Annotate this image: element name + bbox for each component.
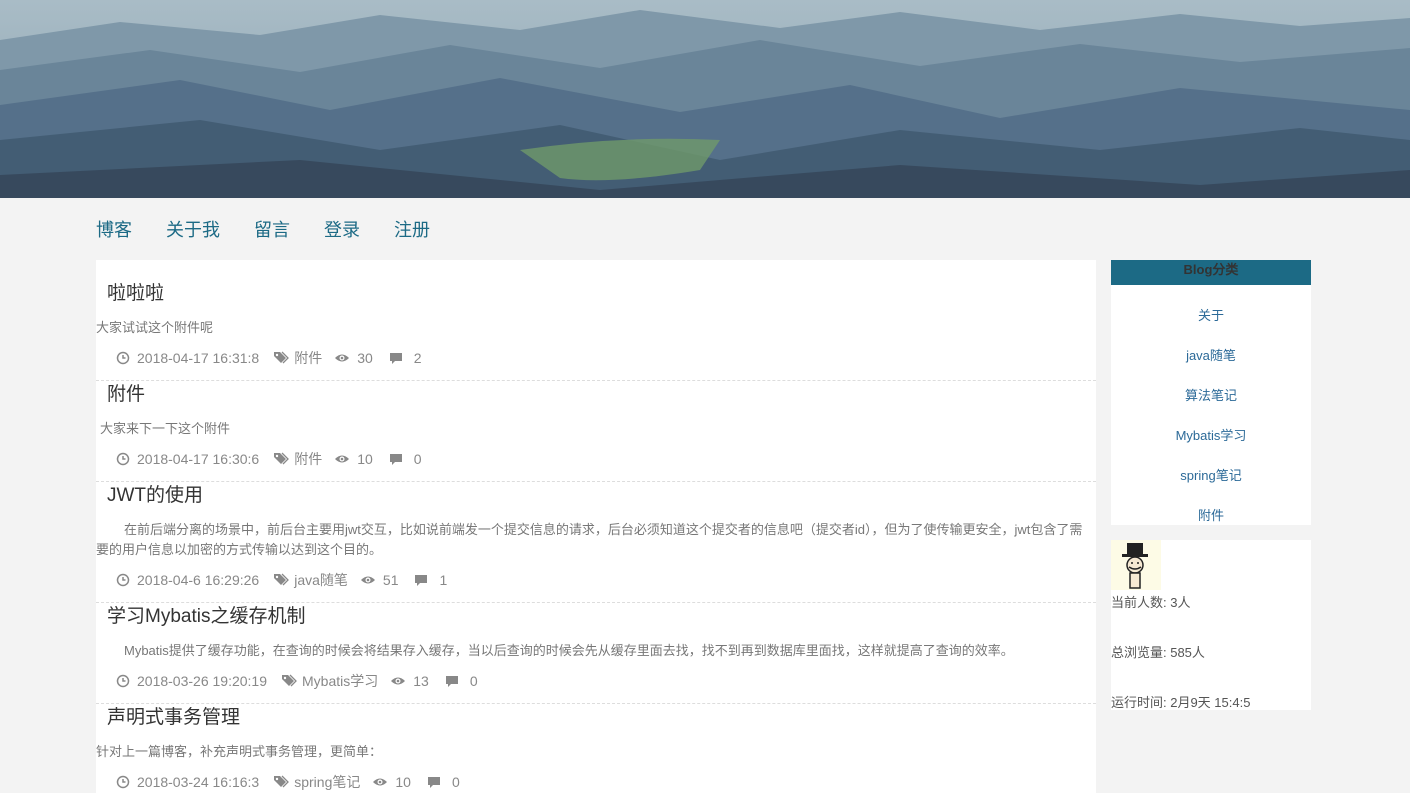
nav-login[interactable]: 登录 bbox=[324, 216, 360, 244]
post-summary: 针对上一篇博客，补充声明式事务管理，更简单： bbox=[96, 744, 383, 759]
clock-icon bbox=[116, 452, 130, 466]
comment-icon bbox=[389, 351, 403, 365]
post-meta: 2018-03-24 16:16:3 spring笔记 10 0 bbox=[96, 772, 474, 792]
post-comments: 2 bbox=[413, 350, 422, 366]
main-nav: 博客 关于我 留言 登录 注册 bbox=[96, 216, 464, 244]
post-title[interactable]: 附件 bbox=[96, 383, 145, 407]
post-views: 13 bbox=[413, 673, 429, 689]
post-comments: 1 bbox=[439, 572, 448, 588]
post-title[interactable]: JWT的使用 bbox=[96, 484, 203, 508]
nav-guestbook[interactable]: 留言 bbox=[254, 216, 290, 244]
tag-icon bbox=[273, 775, 290, 789]
avatar bbox=[1111, 540, 1161, 590]
post-views: 51 bbox=[382, 572, 399, 588]
comment-icon bbox=[445, 674, 459, 688]
post-date: 2018-03-24 16:16:3 bbox=[137, 774, 260, 790]
mountain-landscape bbox=[0, 0, 1410, 198]
post-comments: 0 bbox=[413, 451, 422, 467]
tag-icon bbox=[273, 452, 290, 466]
online-count: 当前人数: 3人 bbox=[1111, 595, 1191, 610]
nav-blog[interactable]: 博客 bbox=[96, 216, 132, 244]
category-spring[interactable]: spring笔记 bbox=[1111, 467, 1311, 507]
post-meta: 2018-03-26 19:20:19 Mybatis学习 13 0 bbox=[96, 671, 492, 691]
clock-icon bbox=[116, 674, 130, 688]
eye-icon bbox=[372, 775, 388, 789]
post-tag[interactable]: 附件 bbox=[294, 348, 322, 368]
clock-icon bbox=[116, 573, 130, 587]
post-item: 声明式事务管理针对上一篇博客，补充声明式事务管理，更简单： 2018-03-24 … bbox=[96, 704, 1096, 793]
categories-title: Blog分类 bbox=[1111, 260, 1311, 285]
post-date: 2018-04-6 16:29:26 bbox=[137, 572, 260, 588]
category-mybatis[interactable]: Mybatis学习 bbox=[1111, 427, 1311, 467]
post-comments: 0 bbox=[469, 673, 478, 689]
tag-icon bbox=[281, 674, 297, 688]
post-item: 啦啦啦大家试试这个附件呢 2018-04-17 16:31:8 附件 30 2 bbox=[96, 260, 1096, 381]
post-date: 2018-03-26 19:20:19 bbox=[137, 673, 267, 689]
post-views: 30 bbox=[357, 350, 373, 366]
post-summary: 在前后端分离的场景中，前后台主要用jwt交互，比如说前端发一个提交信息的请求，后… bbox=[96, 522, 1083, 557]
post-summary: 大家来下一下这个附件 bbox=[100, 421, 231, 436]
gentleman-icon bbox=[1122, 543, 1148, 589]
post-summary: 大家试试这个附件呢 bbox=[96, 320, 214, 335]
nav-about[interactable]: 关于我 bbox=[166, 216, 220, 244]
post-tag[interactable]: java随笔 bbox=[294, 570, 348, 590]
eye-icon bbox=[390, 674, 406, 688]
post-title[interactable]: 啦啦啦 bbox=[96, 282, 164, 306]
post-tag[interactable]: Mybatis学习 bbox=[302, 671, 378, 691]
sidebar-categories: Blog分类 关于 java随笔 算法笔记 Mybatis学习 spring笔记… bbox=[1111, 260, 1311, 525]
post-views: 10 bbox=[395, 774, 411, 790]
post-date: 2018-04-17 16:31:8 bbox=[137, 350, 260, 366]
post-views: 10 bbox=[357, 451, 373, 467]
category-algorithm[interactable]: 算法笔记 bbox=[1111, 387, 1311, 427]
post-item: 附件 大家来下一下这个附件 2018-04-17 16:30:6 附件 10 0 bbox=[96, 381, 1096, 482]
post-list: 啦啦啦 大家试试这个附件呢 2018-04-17 16:31:8 附件 30 2 附件 大家来… bbox=[96, 260, 1096, 793]
clock-icon bbox=[116, 775, 130, 789]
sidebar-stats: 当前人数: 3人 总浏览量: 585人 运行时间: 2月9天 15:4:5 bbox=[1111, 540, 1311, 710]
eye-icon bbox=[334, 452, 350, 466]
category-java[interactable]: java随笔 bbox=[1111, 347, 1311, 387]
post-item: 学习Mybatis之缓存机制 Mybatis提供了缓存功能，在查询的时候会将结果存… bbox=[96, 603, 1096, 704]
category-about[interactable]: 关于 bbox=[1111, 307, 1311, 347]
eye-icon bbox=[360, 573, 376, 587]
post-title[interactable]: 学习Mybatis之缓存机制 bbox=[96, 605, 305, 629]
total-views: 总浏览量: 585人 bbox=[1111, 645, 1205, 660]
post-date: 2018-04-17 16:30:6 bbox=[137, 451, 260, 467]
post-comments: 0 bbox=[451, 774, 460, 790]
post-title[interactable]: 声明式事务管理 bbox=[96, 706, 240, 730]
comment-icon bbox=[427, 775, 441, 789]
nav-register[interactable]: 注册 bbox=[394, 216, 430, 244]
post-meta: 2018-04-17 16:30:6 附件 10 0 bbox=[96, 449, 436, 469]
post-tag[interactable]: spring笔记 bbox=[294, 772, 360, 792]
tag-icon bbox=[273, 573, 290, 587]
tag-icon bbox=[273, 351, 290, 365]
eye-icon bbox=[334, 351, 350, 365]
post-tag[interactable]: 附件 bbox=[294, 449, 322, 469]
comment-icon bbox=[389, 452, 403, 466]
post-meta: 2018-04-6 16:29:26 java随笔 51 1 bbox=[96, 570, 461, 590]
runtime: 运行时间: 2月9天 15:4:5 bbox=[1111, 695, 1251, 710]
post-summary: Mybatis提供了缓存功能，在查询的时候会将结果存入缓存，当以后查询的时候会先… bbox=[124, 643, 1014, 658]
clock-icon bbox=[116, 351, 130, 365]
post-meta: 2018-04-17 16:31:8 附件 30 2 bbox=[96, 348, 436, 368]
header-banner-image bbox=[0, 0, 1410, 198]
post-item: JWT的使用在前后端分离的场景中，前后台主要用jwt交互，比如说前端发一个提交信… bbox=[96, 482, 1096, 603]
comment-icon bbox=[414, 573, 428, 587]
